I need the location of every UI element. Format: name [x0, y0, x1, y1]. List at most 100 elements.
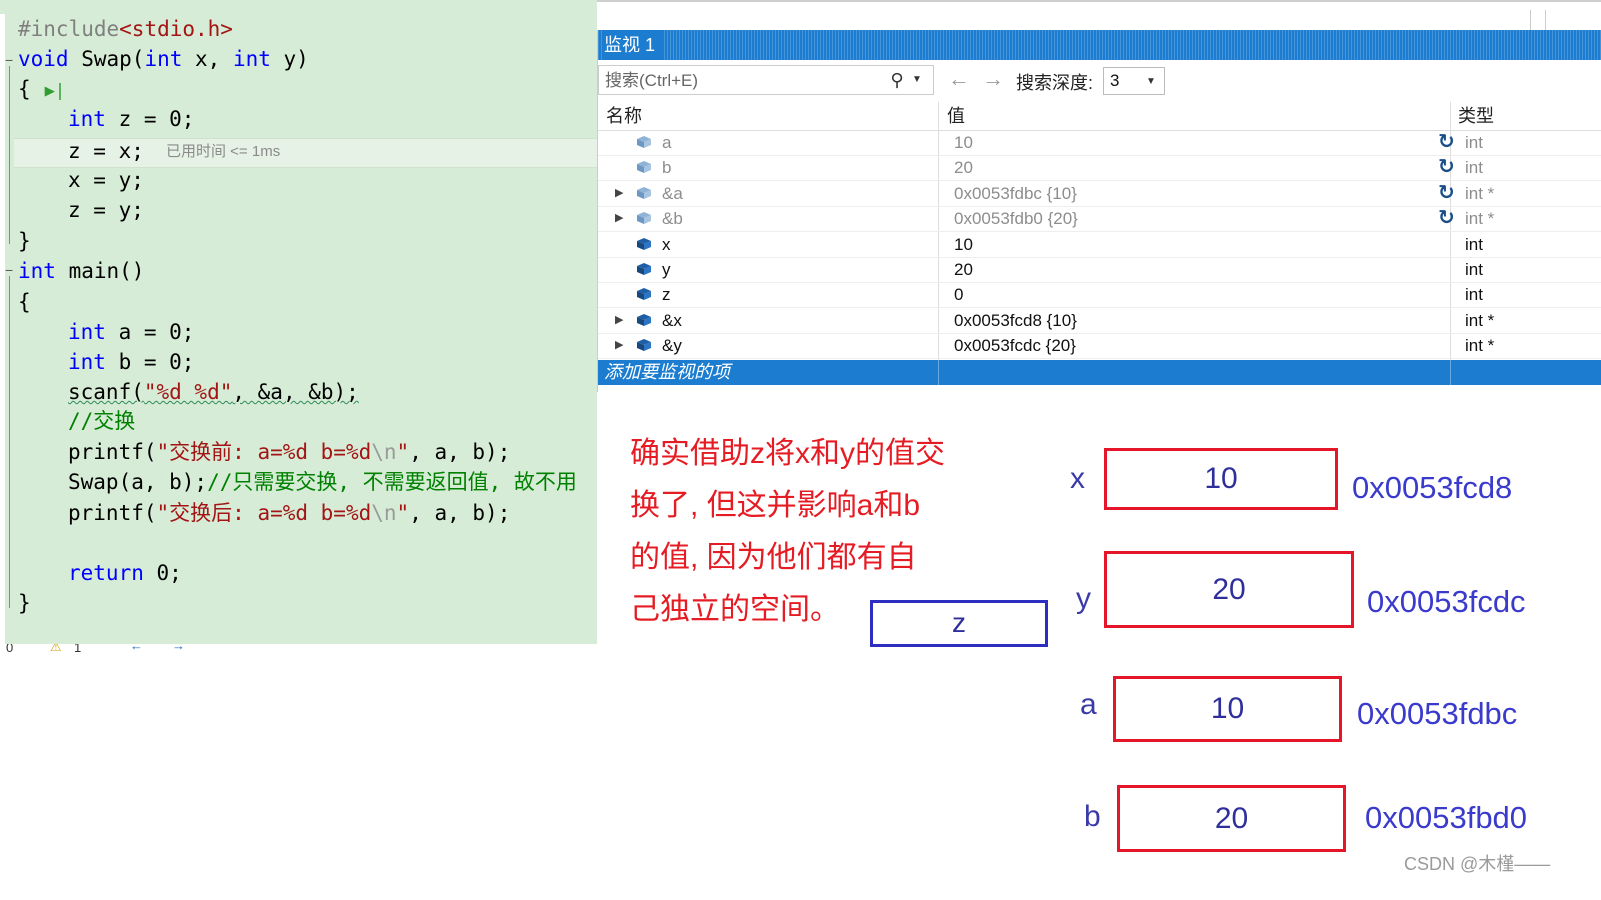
- code-line-13[interactable]: scanf("%d %d", &a, &b);: [68, 377, 359, 407]
- column-header-value[interactable]: 值: [947, 104, 965, 128]
- code-text: }: [18, 229, 31, 253]
- code-text: b = 0;: [105, 350, 195, 374]
- preprocessor-directive: #include: [18, 17, 120, 41]
- refresh-icon[interactable]: ↻: [1438, 181, 1455, 206]
- watch-row-value[interactable]: 20: [954, 155, 973, 180]
- search-icon[interactable]: ⚲: [884, 68, 910, 92]
- watch-row-value[interactable]: 0x0053fcd8 {10}: [954, 308, 1077, 333]
- code-text: printf(: [68, 440, 157, 464]
- code-line-16[interactable]: Swap(a, b);//只需要交换, 不需要返回值, 故不用: [68, 467, 577, 497]
- watch-row-value[interactable]: 0x0053fcdc {20}: [954, 333, 1076, 358]
- watch-title-bar[interactable]: 监视 1: [598, 30, 1601, 60]
- code-line-2[interactable]: void Swap(int x, int y): [18, 44, 309, 74]
- watch-row[interactable]: a 10 ↻ int: [598, 130, 1601, 156]
- code-text: , a, b);: [409, 440, 511, 464]
- code-text: z = y;: [68, 198, 144, 222]
- watch-row[interactable]: ▶ &a 0x0053fdbc {10} ↻ int *: [598, 181, 1601, 207]
- refresh-icon[interactable]: ↻: [1438, 206, 1455, 231]
- code-line-5[interactable]: z = x;: [68, 136, 144, 166]
- code-line-14[interactable]: //交换: [68, 406, 135, 436]
- watch-row-type: int *: [1465, 311, 1495, 330]
- watch-row-name: &x: [662, 311, 682, 330]
- warning-icon[interactable]: ⚠: [50, 644, 62, 655]
- watch-row[interactable]: ▶ &b 0x0053fdb0 {20} ↻ int *: [598, 206, 1601, 232]
- memory-box-b: 20: [1117, 785, 1346, 852]
- code-line-6[interactable]: x = y;: [68, 165, 144, 195]
- chevron-down-icon[interactable]: ▼: [912, 74, 922, 85]
- code-line-3[interactable]: { ▶|: [18, 74, 65, 104]
- watch-row-type: int *: [1465, 336, 1495, 355]
- code-line-4[interactable]: int z = 0;: [68, 104, 194, 134]
- code-line-7[interactable]: z = y;: [68, 195, 144, 225]
- expand-arrow-icon[interactable]: ▶: [615, 308, 623, 333]
- watch-row-value[interactable]: 20: [954, 257, 973, 282]
- memory-box-y: 20: [1104, 551, 1354, 628]
- string-literal: "交换后: a=%d b=%d: [156, 501, 372, 525]
- nav-next-issue-icon[interactable]: →: [172, 644, 185, 653]
- column-indicator: 0: [6, 644, 14, 655]
- code-line-9[interactable]: int main(): [18, 256, 144, 286]
- memory-box-a: 10: [1113, 676, 1342, 742]
- variable-icon: [637, 212, 651, 224]
- code-line-17[interactable]: printf("交换后: a=%d b=%d\n", a, b);: [68, 498, 510, 528]
- search-forward-arrow-icon[interactable]: →: [982, 66, 1004, 92]
- fold-toggle-main[interactable]: −: [5, 263, 13, 277]
- keyword: int: [144, 47, 183, 71]
- code-line-12[interactable]: int b = 0;: [68, 347, 194, 377]
- fold-guide: [9, 66, 10, 244]
- explanation-line: 的值, 因为他们都有自: [630, 541, 917, 574]
- watch-row-value[interactable]: 0x0053fdb0 {20}: [954, 206, 1078, 231]
- refresh-icon[interactable]: ↻: [1438, 155, 1455, 180]
- refresh-icon[interactable]: ↻: [1438, 130, 1455, 155]
- keyword: int: [68, 107, 106, 131]
- code-editor[interactable]: − − #include<stdio.h> void Swap(int x, i…: [0, 0, 597, 657]
- watch-title: 监视 1: [604, 30, 664, 60]
- watch-row[interactable]: ▶ &y 0x0053fcdc {20} int *: [598, 333, 1601, 359]
- code-line-19[interactable]: }: [18, 588, 31, 618]
- perf-tip-elapsed: 已用时间 <= 1ms: [166, 143, 281, 160]
- add-watch-item-row[interactable]: 添加要监视的项: [598, 360, 1601, 385]
- search-depth-label: 搜索深度:: [1016, 73, 1094, 93]
- code-text: printf(: [68, 501, 157, 525]
- code-text: {: [18, 77, 31, 101]
- code-line-11[interactable]: int a = 0;: [68, 317, 194, 347]
- string-literal: ": [396, 501, 410, 525]
- editor-status-bar: 0 ⚠ 1 ← →: [0, 644, 597, 657]
- column-header-name[interactable]: 名称: [606, 104, 642, 128]
- code-text: Swap(a, b);: [68, 470, 208, 494]
- watch-row-value[interactable]: 0x0053fdbc {10}: [954, 181, 1077, 206]
- run-to-click-icon[interactable]: ▶|: [45, 81, 65, 101]
- watch-row-value[interactable]: 10: [954, 130, 973, 155]
- nav-prev-issue-icon[interactable]: ←: [130, 644, 143, 653]
- watch-row[interactable]: b 20 ↻ int: [598, 155, 1601, 181]
- code-line-8[interactable]: }: [18, 226, 31, 256]
- variable-icon: [637, 288, 651, 300]
- watch-row-type: int: [1465, 285, 1483, 304]
- expand-arrow-icon[interactable]: ▶: [615, 206, 623, 231]
- code-line-10[interactable]: {: [18, 287, 31, 317]
- code-text: x,: [182, 47, 233, 71]
- watch-row[interactable]: z 0 int: [598, 282, 1601, 308]
- watch-row-name: &y: [662, 336, 682, 355]
- memory-address-y: 0x0053fcdc: [1367, 584, 1526, 619]
- code-line-15[interactable]: printf("交换前: a=%d b=%d\n", a, b);: [68, 437, 510, 467]
- expand-arrow-icon[interactable]: ▶: [615, 181, 623, 206]
- watch-row-value[interactable]: 0: [954, 282, 963, 307]
- column-header-type[interactable]: 类型: [1458, 104, 1494, 128]
- string-literal: "交换前: a=%d b=%d: [156, 440, 372, 464]
- watch-row[interactable]: x 10 int: [598, 232, 1601, 258]
- expand-arrow-icon[interactable]: ▶: [615, 333, 623, 358]
- search-back-arrow-icon[interactable]: ←: [948, 66, 970, 92]
- fold-toggle-swap[interactable]: −: [5, 53, 13, 67]
- explanation-line: 换了, 但这并影响a和b: [630, 489, 921, 522]
- explanation-line: 确实借助z将x和y的值交: [630, 437, 945, 470]
- watch-row-value[interactable]: 10: [954, 232, 973, 257]
- code-line-18[interactable]: return 0;: [68, 558, 182, 588]
- chevron-down-icon[interactable]: ▼: [1146, 76, 1156, 87]
- memory-label-a: a: [1080, 688, 1097, 721]
- watch-row[interactable]: ▶ &x 0x0053fcd8 {10} int *: [598, 308, 1601, 334]
- watch-row[interactable]: y 20 int: [598, 257, 1601, 283]
- window-scroll-handle[interactable]: [1530, 10, 1546, 30]
- code-text: , a, b);: [409, 501, 511, 525]
- code-line-1[interactable]: #include<stdio.h>: [18, 14, 233, 44]
